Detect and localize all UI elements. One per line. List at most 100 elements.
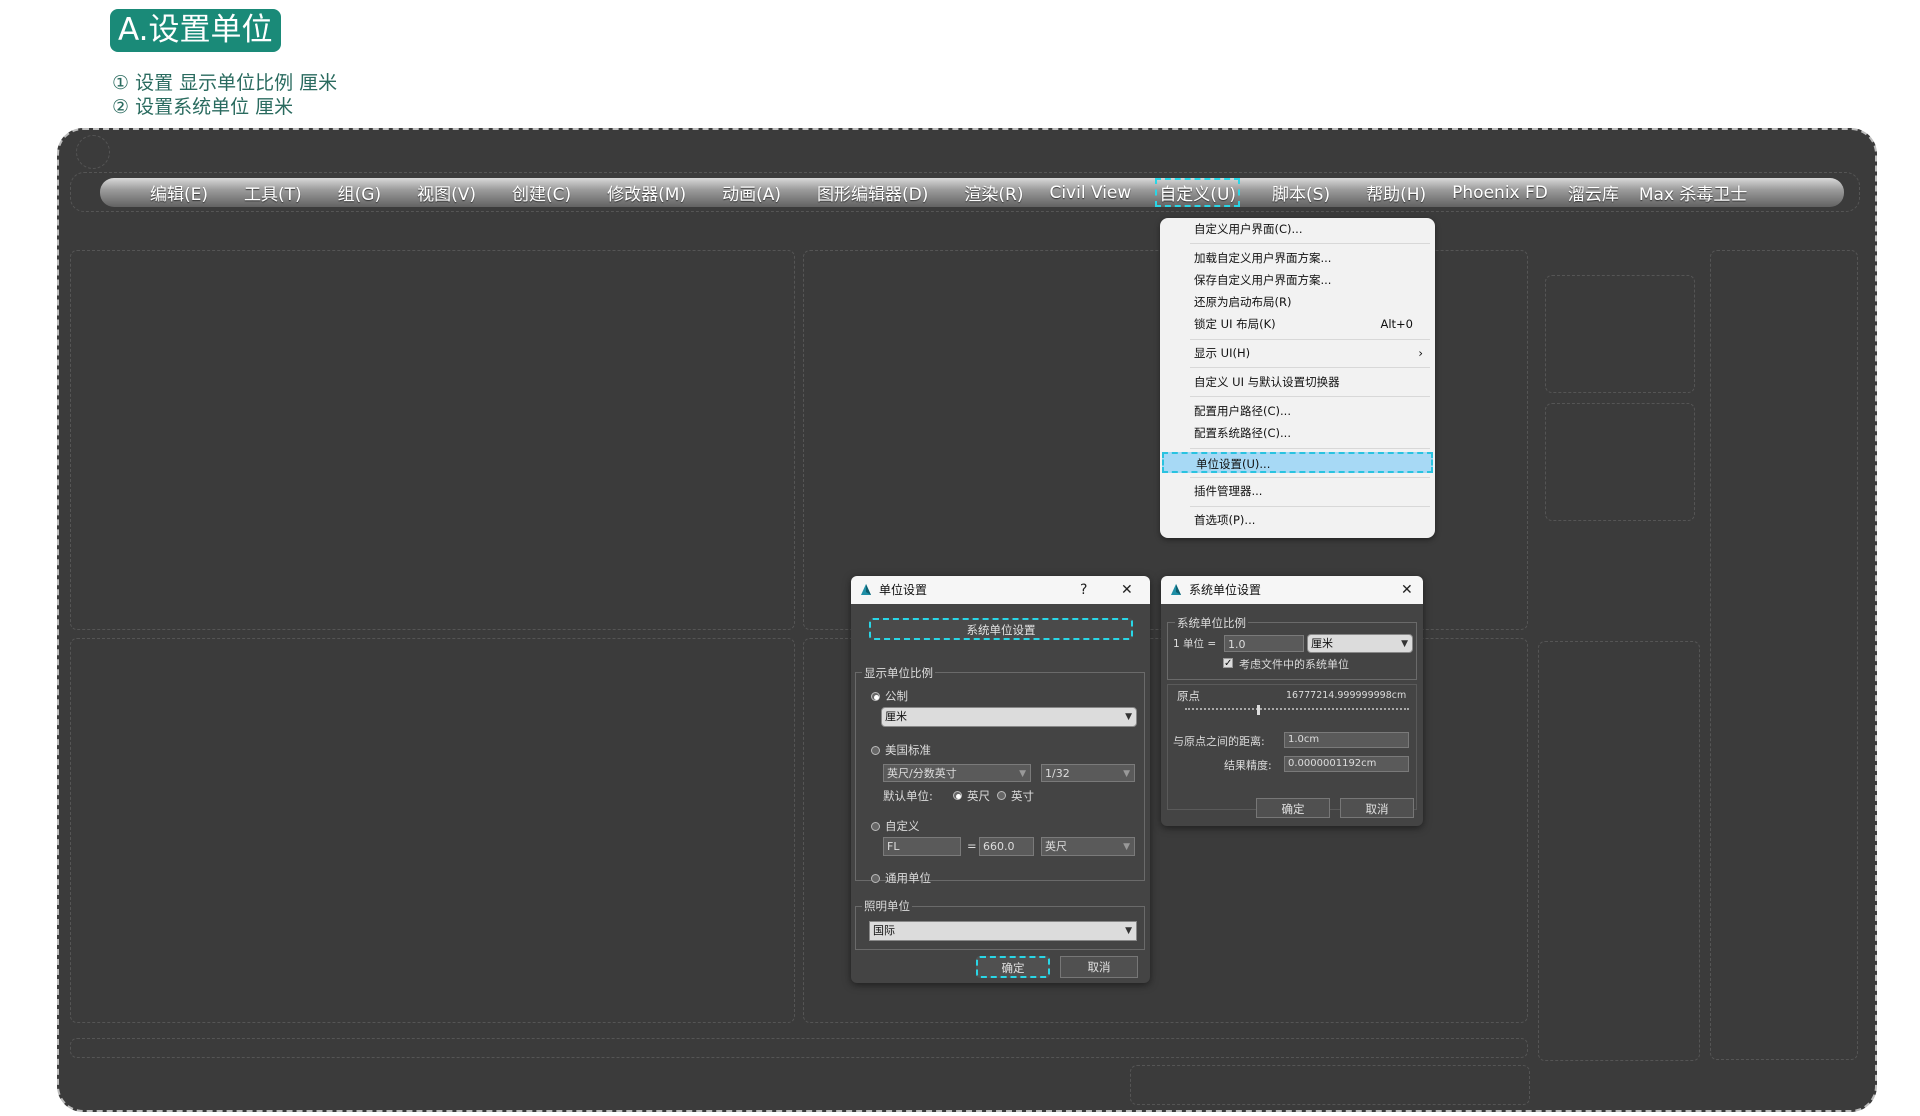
menu-civil-view[interactable]: Civil View [1049,183,1131,203]
menu-item-lock-ui-layout[interactable]: 锁定 UI 布局(K) Alt+0 [1162,314,1433,335]
close-button[interactable]: ✕ [1401,576,1413,604]
menu-rendering[interactable]: 渲染(R) [964,180,1023,205]
chevron-down-icon: ▼ [1125,926,1132,936]
dialog-title: 单位设置 [879,583,928,597]
custom-name-input[interactable]: FL [883,837,961,856]
origin-slider-track[interactable] [1185,708,1409,710]
system-unit-value: 厘米 [1311,637,1333,650]
menu-item-label: 配置系统路径(C)... [1194,426,1291,440]
menu-create[interactable]: 创建(C) [512,180,571,205]
menu-item-label: 单位设置(U)... [1196,457,1271,471]
menu-item-label: 自定义用户界面(C)... [1194,222,1303,236]
menu-item-ui-switcher[interactable]: 自定义 UI 与默认设置切换器 [1162,372,1433,393]
default-unit-label: 默认单位: [883,789,933,803]
menu-item-user-paths[interactable]: 配置用户路径(C)... [1162,401,1433,422]
feet-label: 英尺 [967,789,990,803]
units-setup-dialog: 单位设置 ? ✕ 系统单位设置 显示单位比例 公制 厘米 ▼ 美国标准 英尺/分数… [851,576,1150,983]
origin-label: 原点 [1177,689,1200,703]
menu-graph-editors[interactable]: 图形编辑器(D) [817,180,928,205]
menu-item-units-setup[interactable]: 单位设置(U)... [1162,452,1433,473]
generic-units-radio[interactable] [871,874,880,883]
metric-label: 公制 [885,689,908,703]
lighting-units-select[interactable]: 国际 ▼ [869,921,1137,941]
inches-radio[interactable] [997,791,1006,800]
menu-animation[interactable]: 动画(A) [722,180,781,205]
system-unit-setup-dialog: 系统单位设置 ✕ 系统单位比例 1 单位 = 1.0 厘米 ▼ ✓ 考虑文件中的系… [1161,576,1423,826]
menu-group[interactable]: 组(G) [338,180,381,205]
step-2-text: ② 设置系统单位 厘米 [112,96,294,118]
close-button[interactable]: ✕ [1121,576,1133,604]
help-button[interactable]: ? [1080,576,1087,604]
menu-scripting[interactable]: 脚本(S) [1272,180,1330,205]
menu-tools[interactable]: 工具(T) [244,180,302,205]
menu-item-label: 首选项(P)... [1194,513,1256,527]
menu-item-load-ui-scheme[interactable]: 加载自定义用户界面方案... [1162,248,1433,269]
menu-edit[interactable]: 编辑(E) [150,180,208,205]
lighting-group-label: 照明单位 [862,898,912,914]
metric-radio[interactable] [871,692,880,701]
respect-system-units-label: 考虑文件中的系统单位 [1239,658,1349,671]
step-1-text: ① 设置 显示单位比例 厘米 [112,72,338,94]
timeline-bar [70,1038,1528,1058]
menu-item-preferences[interactable]: 首选项(P)... [1162,510,1433,531]
menu-item-plugin-manager[interactable]: 插件管理器... [1162,481,1433,502]
menu-customize[interactable]: 自定义(U) [1155,178,1241,207]
respect-system-units-checkbox[interactable]: ✓ [1223,658,1233,669]
origin-slider-handle[interactable] [1257,705,1260,715]
page-title: A.设置单位 [110,9,281,52]
menu-item-revert-layout[interactable]: 还原为启动布局(R) [1162,292,1433,313]
distance-input[interactable]: 1.0cm [1284,732,1409,748]
menu-modifiers[interactable]: 修改器(M) [607,180,686,205]
viewport-top-left[interactable] [70,250,795,630]
us-standard-label: 美国标准 [885,743,931,757]
dialog-titlebar: 单位设置 ? ✕ [851,576,1150,604]
menu-phoenix-fd[interactable]: Phoenix FD [1452,183,1548,203]
menu-item-label: 显示 UI(H) [1194,346,1251,360]
dialog-titlebar: 系统单位设置 ✕ [1161,576,1423,604]
ok-button[interactable]: 确定 [976,956,1050,978]
system-unit-setup-button[interactable]: 系统单位设置 [869,618,1133,640]
status-bar [1130,1065,1530,1105]
command-panel [1710,250,1858,1060]
custom-unit-select[interactable]: 英尺 ▼ [1041,837,1135,856]
menu-item-system-paths[interactable]: 配置系统路径(C)... [1162,423,1433,444]
shortcut-label: Alt+0 [1380,317,1413,331]
cancel-button[interactable]: 取消 [1340,798,1414,818]
us-standard-radio[interactable] [871,746,880,755]
ok-button[interactable]: 确定 [1256,798,1330,818]
menu-views[interactable]: 视图(V) [417,180,476,205]
display-group-label: 显示单位比例 [862,665,935,681]
menu-item-save-ui-scheme[interactable]: 保存自定义用户界面方案... [1162,270,1433,291]
menu-item-label: 加载自定义用户界面方案... [1194,251,1332,265]
menu-item-label: 保存自定义用户界面方案... [1194,273,1332,287]
feet-radio[interactable] [953,791,962,800]
menu-item-customize-ui[interactable]: 自定义用户界面(C)... [1162,219,1433,240]
menu-separator [1190,506,1430,507]
menu-max-antivirus[interactable]: Max 杀毒卫士 [1639,180,1748,205]
custom-label: 自定义 [885,819,920,833]
cancel-button[interactable]: 取消 [1060,956,1138,978]
menu-liuyunku[interactable]: 溜云库 [1568,180,1619,205]
scale-value-input[interactable]: 1.0 [1224,635,1304,652]
us-fraction-value: 1/32 [1045,767,1070,780]
one-unit-label: 1 单位 = [1173,638,1217,650]
system-unit-select[interactable]: 厘米 ▼ [1307,634,1413,653]
metric-unit-select[interactable]: 厘米 ▼ [881,707,1137,727]
menu-item-show-ui[interactable]: 显示 UI(H) › [1162,343,1433,364]
us-unit-select[interactable]: 英尺/分数英寸 ▼ [883,764,1031,782]
custom-radio[interactable] [871,822,880,831]
chevron-down-icon: ▼ [1123,769,1130,779]
custom-value-input[interactable]: 660.0 [979,837,1034,856]
menu-item-label: 自定义 UI 与默认设置切换器 [1194,375,1340,389]
us-fraction-select[interactable]: 1/32 ▼ [1041,764,1135,782]
metric-unit-value: 厘米 [885,710,907,723]
generic-units-label: 通用单位 [885,871,931,885]
menu-separator [1190,243,1430,244]
menu-help[interactable]: 帮助(H) [1366,180,1426,205]
menu-item-label: 配置用户路径(C)... [1194,404,1291,418]
lighting-units-value: 国际 [873,924,895,937]
3dsmax-app-icon [1171,584,1181,595]
side-panel-c [1538,641,1700,1061]
menu-separator [1190,448,1430,449]
viewport-bottom-left[interactable] [70,638,795,1023]
